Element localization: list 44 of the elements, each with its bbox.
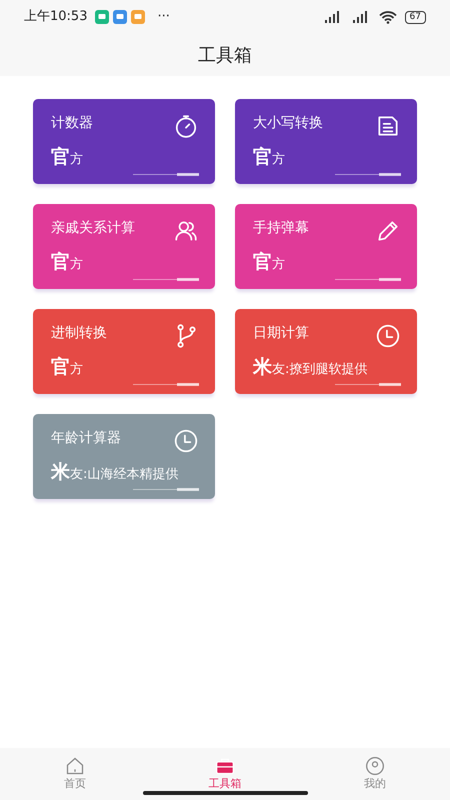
provider-label: 官方	[253, 147, 285, 170]
tool-card[interactable]: 大小写转换 官方	[235, 99, 417, 184]
mail-app-icon	[113, 10, 128, 24]
decorative-line	[335, 173, 401, 176]
stopwatch-icon	[173, 113, 199, 139]
decorative-line	[133, 383, 199, 386]
tool-card[interactable]: 手持弹幕 官方	[235, 204, 417, 289]
provider-label: 米友:撩到腿软提供	[253, 357, 368, 380]
tool-name: 日期计算	[253, 324, 309, 343]
home-icon	[64, 756, 86, 776]
clock-icon	[375, 323, 401, 349]
provider-label: 官方	[51, 252, 83, 275]
person-icon	[364, 756, 386, 776]
note-app-icon	[131, 10, 146, 24]
more-dots: ···	[157, 8, 170, 26]
tool-name: 大小写转换	[253, 114, 323, 133]
decorative-line	[133, 173, 199, 176]
tool-name: 进制转换	[51, 324, 107, 343]
tool-card[interactable]: 进制转换 官方	[33, 309, 215, 394]
provider-label: 米友:山海经本精提供	[51, 462, 178, 485]
tab-item[interactable]: 工具箱	[150, 756, 300, 792]
tool-card[interactable]: 计数器 官方	[33, 99, 215, 184]
tool-card[interactable]: 年龄计算器 米友:山海经本精提供	[33, 414, 215, 499]
tab-item[interactable]: 首页	[0, 756, 150, 792]
wifi-icon	[378, 10, 397, 24]
tool-name: 年龄计算器	[51, 429, 121, 448]
decorative-line	[335, 383, 401, 386]
tool-name: 手持弹幕	[253, 219, 309, 238]
decorative-line	[335, 278, 401, 281]
provider-label: 官方	[51, 357, 83, 380]
tool-card[interactable]: 日期计算 米友:撩到腿软提供	[235, 309, 417, 394]
provider-label: 官方	[51, 147, 83, 170]
status-time: 上午10:53	[24, 8, 88, 26]
tool-name: 亲戚关系计算	[51, 219, 135, 238]
page-title: 工具箱	[198, 44, 252, 68]
clock-icon	[173, 428, 199, 454]
chat-app-icon	[95, 10, 110, 24]
decorative-line	[133, 488, 199, 491]
tool-card[interactable]: 亲戚关系计算 官方	[33, 204, 215, 289]
tool-name: 计数器	[51, 114, 93, 133]
provider-label: 官方	[253, 252, 285, 275]
battery-indicator: 67	[404, 10, 426, 24]
decorative-line	[133, 278, 199, 281]
tab-item[interactable]: 我的	[300, 756, 450, 792]
